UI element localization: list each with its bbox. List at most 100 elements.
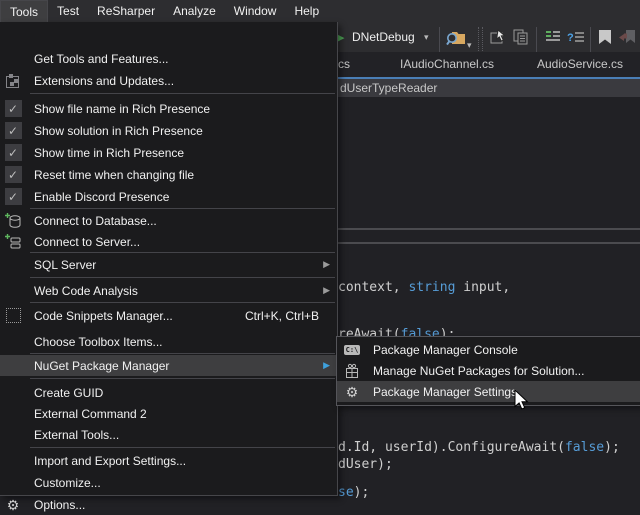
- console-icon: C:\: [344, 345, 361, 355]
- menu-item-enable-discord-presence[interactable]: ✓ Enable Discord Presence: [0, 186, 337, 207]
- submenu-arrow-icon: ▶: [323, 360, 330, 371]
- breadcrumb-text: dUserTypeReader: [340, 81, 437, 95]
- copy-lines-icon[interactable]: [512, 22, 529, 52]
- tab-cs[interactable]: cs: [338, 57, 350, 71]
- extensions-icon: [5, 73, 21, 89]
- submenu-item-label: Package Manager Console: [367, 343, 518, 357]
- menu-item-label: Reset time when changing file: [26, 168, 337, 182]
- menu-item-label: Options...: [26, 498, 337, 512]
- connect-database-icon: [5, 213, 22, 229]
- submenu-item-label: Package Manager Settings: [367, 385, 517, 399]
- find-in-files-icon[interactable]: [446, 22, 466, 52]
- checkmark-icon: ✓: [5, 122, 22, 139]
- menu-separator: [30, 277, 335, 278]
- gear-icon: ⚙: [7, 498, 20, 512]
- menu-item-code-snippets-manager[interactable]: Code Snippets Manager...Ctrl+K, Ctrl+B: [0, 305, 337, 326]
- menu-item-gutter: [0, 73, 26, 89]
- menu-item-external-command-2[interactable]: External Command 2: [0, 403, 337, 424]
- tab-iaudiochannel-cs[interactable]: IAudioChannel.cs: [400, 57, 494, 71]
- menu-item-gutter: ✓: [0, 166, 26, 183]
- submenu-item-label: Manage NuGet Packages for Solution...: [367, 364, 584, 378]
- submenu-item-gutter: ⚙: [337, 385, 367, 399]
- run-config-dropdown-icon[interactable]: ▾: [424, 22, 429, 52]
- menu-separator: [30, 353, 335, 354]
- code-line: context, string input,: [338, 280, 510, 295]
- tools-menu-popup: Get Tools and Features... Extensions and …: [0, 22, 338, 496]
- menu-item-show-solution-in-rich-presence[interactable]: ✓Show solution in Rich Presence: [0, 120, 337, 141]
- menu-item-label: Get Tools and Features...: [26, 52, 337, 66]
- previous-bookmark-icon[interactable]: [618, 22, 636, 52]
- menu-item-shortcut: Ctrl+K, Ctrl+B: [245, 309, 337, 323]
- question-lines-icon[interactable]: ?: [567, 22, 585, 52]
- code-line: d.Id, userId).ConfigureAwait(false);: [338, 440, 620, 455]
- menu-item-label: Show time in Rich Presence: [26, 146, 337, 160]
- menu-item-gutter: ✓: [0, 144, 26, 161]
- menu-item-label: External Tools...: [26, 428, 337, 442]
- menu-item-create-guid[interactable]: Create GUID: [0, 382, 337, 403]
- menu-item-external-tools[interactable]: External Tools...: [0, 424, 337, 445]
- menubar-item-resharper[interactable]: ReSharper: [88, 0, 164, 22]
- bookmark-icon[interactable]: [598, 22, 612, 52]
- pointer-frame-icon[interactable]: [490, 22, 508, 52]
- menu-item-gutter: ⚙: [0, 498, 26, 512]
- submenu-item-manage-nuget-packages-for-solution[interactable]: Manage NuGet Packages for Solution...: [337, 360, 640, 381]
- menu-item-extensions-and-updates[interactable]: Extensions and Updates...: [0, 70, 337, 91]
- menu-item-gutter: [0, 308, 26, 323]
- menu-item-gutter: [0, 234, 26, 250]
- menu-item-connect-to-server[interactable]: Connect to Server...: [0, 231, 337, 252]
- menu-item-label: Create GUID: [26, 386, 337, 400]
- submenu-arrow-icon: ▶: [323, 285, 330, 296]
- submenu-item-gutter: [337, 363, 367, 379]
- code-line: dUser);: [338, 457, 393, 472]
- menubar-item-analyze[interactable]: Analyze: [164, 0, 225, 22]
- code-snippets-icon: [6, 308, 21, 323]
- mouse-cursor: [514, 389, 529, 411]
- menu-separator: [30, 93, 335, 94]
- menu-item-gutter: ✓: [0, 100, 26, 117]
- svg-text:?: ?: [567, 32, 574, 44]
- menu-item-choose-toolbox-items[interactable]: Choose Toolbox Items...: [0, 331, 337, 352]
- menu-item-label: Customize...: [26, 476, 337, 490]
- menu-item-get-tools-and-features[interactable]: Get Tools and Features...: [0, 48, 337, 69]
- run-config-label[interactable]: DNetDebug: [352, 22, 415, 52]
- menu-item-label: Connect to Database...: [26, 214, 337, 228]
- checkmark-icon: ✓: [5, 144, 22, 161]
- submenu-item-package-manager-settings[interactable]: ⚙Package Manager Settings: [337, 381, 640, 402]
- submenu-item-gutter: C:\: [337, 345, 367, 355]
- menu-item-reset-time-when-changing-file[interactable]: ✓Reset time when changing file: [0, 164, 337, 185]
- menu-item-label: Connect to Server...: [26, 235, 337, 249]
- menu-item-connect-to-database[interactable]: Connect to Database...: [0, 210, 337, 231]
- menubar-item-test[interactable]: Test: [48, 0, 88, 22]
- menu-separator: [30, 252, 335, 253]
- menu-item-import-and-export-settings[interactable]: Import and Export Settings...: [0, 450, 337, 471]
- menu-item-label: SQL Server: [26, 258, 337, 272]
- menu-item-label: Code Snippets Manager...: [26, 309, 245, 323]
- tab-audioservice-cs[interactable]: AudioService.cs: [537, 57, 623, 71]
- submenu-item-package-manager-console[interactable]: C:\ Package Manager Console: [337, 339, 640, 360]
- menubar-item-help[interactable]: Help: [285, 0, 328, 22]
- menu-item-web-code-analysis[interactable]: Web Code Analysis▶: [0, 280, 337, 301]
- menu-separator: [30, 302, 335, 303]
- menu-bar: ToolsTestReSharperAnalyzeWindowHelp: [0, 0, 640, 22]
- connect-server-icon: [5, 234, 22, 250]
- checkmark-icon: ✓: [5, 188, 22, 205]
- menu-item-show-time-in-rich-presence[interactable]: ✓ Show time in Rich Presence: [0, 142, 337, 163]
- menu-item-show-file-name-in-rich-presence[interactable]: ✓ Show file name in Rich Presence: [0, 98, 337, 119]
- menu-separator: [30, 447, 335, 448]
- menu-separator: [30, 208, 335, 209]
- menu-item-gutter: [0, 213, 26, 229]
- menubar-item-tools[interactable]: Tools: [0, 0, 48, 22]
- editor-splitter-line: [338, 228, 640, 230]
- menubar-item-window[interactable]: Window: [225, 0, 286, 22]
- menu-item-nuget-package-manager[interactable]: NuGet Package Manager▶: [0, 355, 337, 376]
- menu-item-gutter: ✓: [0, 188, 26, 205]
- menu-item-label: Enable Discord Presence: [26, 190, 337, 204]
- format-lines-icon[interactable]: [544, 22, 561, 52]
- editor-splitter-line: [338, 242, 640, 244]
- menu-item-label: Extensions and Updates...: [26, 74, 337, 88]
- menu-item-sql-server[interactable]: SQL Server▶: [0, 254, 337, 275]
- menu-item-customize[interactable]: Customize...: [0, 472, 337, 493]
- menu-item-label: Show file name in Rich Presence: [26, 102, 337, 116]
- menu-item-options[interactable]: ⚙ Options...: [0, 494, 337, 515]
- checkmark-icon: ✓: [5, 100, 22, 117]
